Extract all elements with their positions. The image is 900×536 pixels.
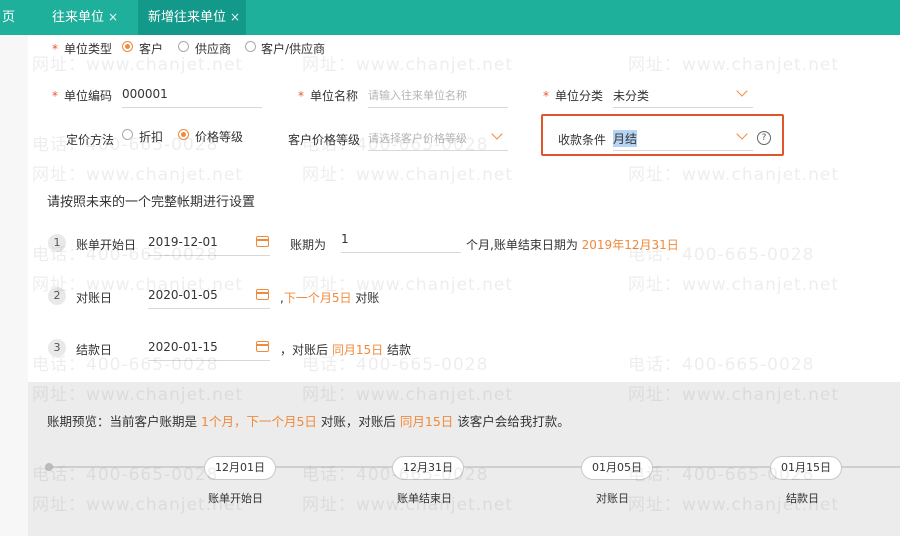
radio-supplier[interactable] bbox=[178, 41, 189, 52]
reconcile-date-value: 2020-01-05 bbox=[148, 288, 218, 302]
unit-category-value: 未分类 bbox=[613, 89, 650, 103]
help-icon[interactable]: ? bbox=[757, 131, 771, 145]
watermark: 网址：www.chanjet.net bbox=[302, 55, 514, 75]
settle-highlight: 同月15日 bbox=[331, 343, 384, 357]
unit-name-placeholder: 请输入往来单位名称 bbox=[368, 89, 467, 102]
radio-supplier-label: 供应商 bbox=[195, 42, 232, 56]
radio-discount[interactable] bbox=[122, 129, 133, 140]
timeline-pill: 12月01日 bbox=[204, 456, 276, 480]
preview-mid: 对账，对账后 bbox=[320, 414, 396, 429]
radio-discount-label: 折扣 bbox=[139, 130, 164, 144]
tab-home-label: 页 bbox=[2, 10, 16, 25]
payment-terms-select[interactable]: 月结 bbox=[613, 126, 753, 151]
radio-customer-supplier[interactable] bbox=[245, 41, 256, 52]
radio-price-level-label: 价格等级 bbox=[195, 130, 244, 144]
period-preview-area bbox=[28, 382, 900, 536]
tab-new-contact[interactable]: 新增往来单位 × bbox=[138, 0, 246, 35]
step-label-bill-start: 账单开始日 bbox=[76, 238, 137, 252]
unit-code-label: * 单位编码 bbox=[52, 87, 112, 104]
customer-price-level-placeholder: 请选择客户价格等级 bbox=[368, 132, 467, 145]
watermark: 网址：www.chanjet.net bbox=[628, 55, 840, 75]
preview-highlight-2: 同月15日 bbox=[399, 414, 454, 429]
radio-customer-label: 客户 bbox=[139, 42, 164, 56]
chevron-down-icon bbox=[491, 128, 503, 140]
unit-name-label-text: 单位名称 bbox=[310, 89, 359, 103]
timeline-label: 账单开始日 bbox=[208, 492, 263, 505]
reconcile-highlight: 下一个月5日 bbox=[283, 291, 352, 305]
unit-name-label: * 单位名称 bbox=[298, 87, 358, 104]
timeline-label: 账单结束日 bbox=[397, 492, 452, 505]
payment-terms-value: 月结 bbox=[613, 130, 638, 147]
settle-date-input[interactable]: 2020-01-15 bbox=[148, 336, 270, 361]
required-mark: * bbox=[52, 89, 58, 103]
pricing-method-label: 定价方法 bbox=[66, 133, 115, 147]
unit-type-label: * 单位类型 bbox=[52, 40, 112, 57]
settle-suffix: 结款 bbox=[386, 343, 411, 357]
timeline-label: 对账日 bbox=[596, 492, 629, 505]
period-length-label: 账期为 bbox=[290, 238, 327, 252]
preview-highlight-1: 1个月，下一个月5日 bbox=[201, 414, 317, 429]
period-preview-text: 账期预览：当前客户账期是 1个月，下一个月5日 对账，对账后 同月15日 该客户… bbox=[47, 411, 570, 430]
top-tab-bar: 页 往来单位 × 新增往来单位 × bbox=[0, 0, 900, 35]
tab-home[interactable]: 页 bbox=[2, 0, 15, 35]
close-icon[interactable]: × bbox=[108, 10, 118, 24]
unit-name-input[interactable]: 请输入往来单位名称 bbox=[368, 83, 508, 108]
unit-category-label: * 单位分类 bbox=[543, 87, 603, 104]
calendar-icon[interactable] bbox=[256, 236, 269, 247]
chevron-down-icon bbox=[736, 85, 748, 97]
required-mark: * bbox=[543, 89, 549, 103]
step-label-reconcile: 对账日 bbox=[76, 291, 113, 305]
payment-terms-label: 收款条件 bbox=[558, 133, 607, 147]
unit-type-label-text: 单位类型 bbox=[64, 42, 113, 56]
unit-code-value: 000001 bbox=[122, 87, 168, 101]
reconcile-suffix: 对账 bbox=[355, 291, 380, 305]
customer-price-level-select[interactable]: 请选择客户价格等级 bbox=[368, 126, 508, 151]
step-label-settle: 结款日 bbox=[76, 343, 113, 357]
period-length-value: 1 bbox=[341, 232, 349, 246]
radio-customer[interactable] bbox=[122, 41, 133, 52]
period-instruction: 请按照未来的一个完整帐期进行设置 bbox=[47, 195, 256, 210]
customer-price-level-label: 客户价格等级 bbox=[288, 133, 361, 147]
bill-start-date-input[interactable]: 2019-12-01 bbox=[148, 231, 270, 256]
reconcile-date-input[interactable]: 2020-01-05 bbox=[148, 284, 270, 309]
chevron-down-icon bbox=[736, 128, 748, 140]
period-end-text: 个月,账单结束日期为 2019年12月31日 bbox=[466, 236, 679, 253]
required-mark: * bbox=[52, 42, 58, 56]
timeline-pill: 12月31日 bbox=[392, 456, 464, 480]
radio-customer-supplier-label: 客户/供应商 bbox=[261, 42, 326, 56]
step-number: 1 bbox=[48, 234, 66, 252]
unit-category-label-text: 单位分类 bbox=[555, 89, 604, 103]
calendar-icon[interactable] bbox=[256, 289, 269, 300]
timeline-pill: 01月05日 bbox=[581, 456, 653, 480]
calendar-icon[interactable] bbox=[256, 341, 269, 352]
unit-category-select[interactable]: 未分类 bbox=[613, 83, 753, 108]
step-number: 2 bbox=[48, 287, 66, 305]
bill-start-date-value: 2019-12-01 bbox=[148, 235, 218, 249]
unit-code-label-text: 单位编码 bbox=[64, 89, 113, 103]
preview-suffix: 该客户会给我打款。 bbox=[457, 414, 570, 429]
close-icon[interactable]: × bbox=[230, 10, 240, 24]
timeline-label: 结款日 bbox=[786, 492, 819, 505]
reconcile-text: ,下一个月5日 对账 bbox=[280, 289, 379, 306]
unit-code-input[interactable]: 000001 bbox=[122, 83, 262, 108]
radio-price-level[interactable] bbox=[178, 129, 189, 140]
tab-contacts[interactable]: 往来单位 × bbox=[52, 0, 138, 35]
step-number: 3 bbox=[48, 339, 66, 357]
left-edge-panel bbox=[0, 35, 28, 536]
timeline-pill: 01月15日 bbox=[770, 456, 842, 480]
settle-date-value: 2020-01-15 bbox=[148, 340, 218, 354]
settle-text: ，对账后 同月15日 结款 bbox=[280, 341, 411, 358]
preview-prefix: 账期预览：当前客户账期是 bbox=[47, 414, 198, 429]
timeline-start-dot bbox=[45, 463, 53, 471]
tab-new-contact-label: 新增往来单位 bbox=[148, 10, 227, 25]
period-length-input[interactable]: 1 bbox=[341, 228, 461, 253]
period-end-prefix: 个月,账单结束日期为 bbox=[466, 238, 578, 252]
settle-prefix: ，对账后 bbox=[280, 343, 329, 357]
tab-contacts-label: 往来单位 bbox=[52, 10, 105, 25]
required-mark: * bbox=[298, 89, 304, 103]
period-end-date: 2019年12月31日 bbox=[581, 238, 679, 252]
